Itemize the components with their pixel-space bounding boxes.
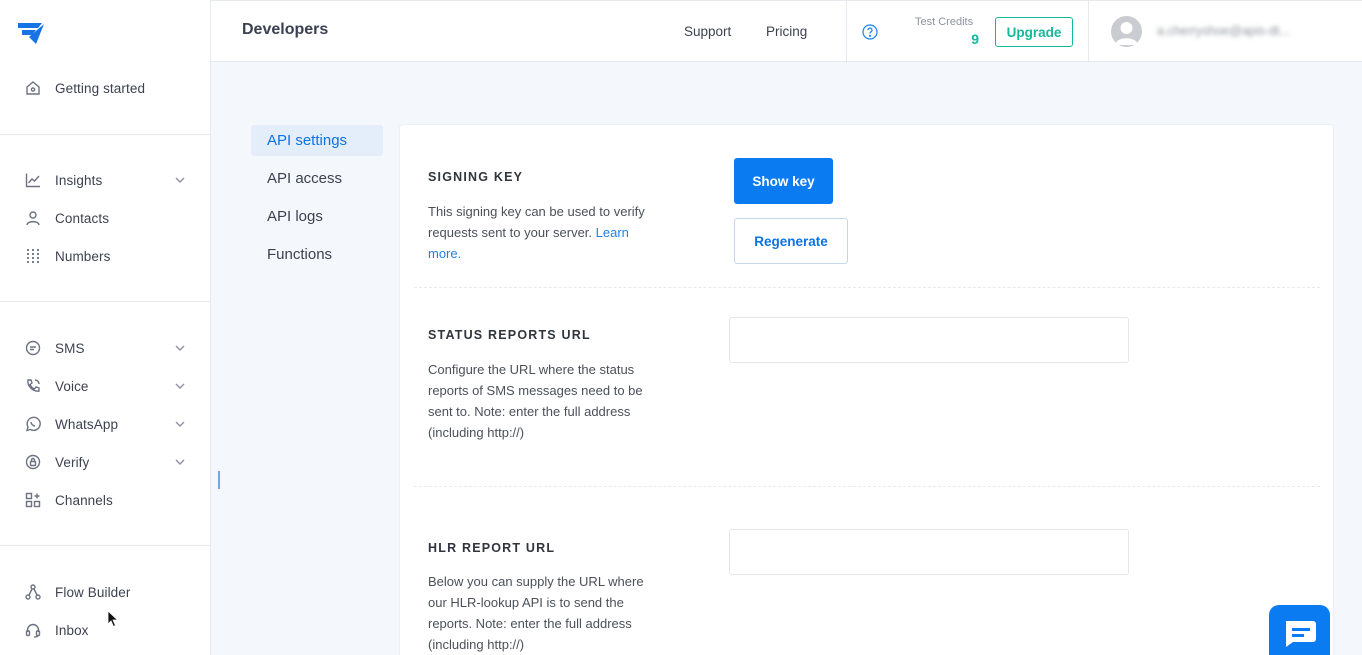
sidebar-item-label: Verify — [55, 454, 90, 470]
flow-icon — [24, 584, 41, 601]
hlr-report-description: Below you can supply the URL where our H… — [428, 574, 644, 652]
status-reports-title: STATUS REPORTS URL — [428, 328, 591, 342]
sidebar: Getting started Insights Contacts Number… — [0, 0, 211, 655]
chevron-down-icon[interactable] — [174, 174, 186, 186]
header-divider — [1088, 1, 1089, 63]
credits-label: Test Credits — [915, 16, 974, 28]
status-reports-url-input[interactable] — [729, 317, 1129, 363]
brand-logo-icon[interactable] — [16, 20, 48, 48]
upgrade-button[interactable]: Upgrade — [995, 17, 1073, 47]
sidebar-divider — [0, 545, 210, 546]
top-header: Developers Support Pricing Test Credits … — [211, 0, 1362, 63]
regenerate-button[interactable]: Regenerate — [734, 218, 848, 264]
sidebar-divider — [0, 134, 210, 135]
chat-bubble-icon — [1286, 621, 1316, 647]
signing-key-title: SIGNING KEY — [428, 170, 524, 184]
chat-widget-button[interactable] — [1269, 605, 1330, 655]
sidebar-item-label: Getting started — [55, 80, 146, 96]
headset-icon — [24, 622, 41, 639]
sidebar-item-label: SMS — [55, 340, 85, 356]
sidebar-item-whatsapp[interactable]: WhatsApp — [0, 407, 210, 441]
chart-line-icon — [24, 172, 41, 189]
sidebar-collapse-handle[interactable] — [218, 471, 220, 489]
grid-plus-icon — [24, 492, 41, 509]
sidebar-item-label: Inbox — [55, 622, 89, 638]
sidebar-item-verify[interactable]: Verify — [0, 445, 210, 479]
home-icon — [24, 80, 41, 97]
dial-pad-icon — [24, 248, 41, 265]
sidebar-item-numbers[interactable]: Numbers — [0, 239, 210, 273]
sidebar-item-label: Channels — [55, 492, 113, 508]
chevron-down-icon[interactable] — [174, 380, 186, 392]
chevron-down-icon[interactable] — [174, 456, 186, 468]
sidebar-item-getting-started[interactable]: Getting started — [0, 71, 210, 105]
status-reports-description: Configure the URL where the status repor… — [428, 362, 643, 440]
support-link[interactable]: Support — [684, 24, 731, 39]
sidebar-item-label: Insights — [55, 172, 103, 188]
hlr-report-url-input[interactable] — [729, 529, 1129, 575]
avatar[interactable] — [1111, 16, 1142, 47]
sidebar-item-flow-builder[interactable]: Flow Builder — [0, 575, 210, 609]
question-circle-icon[interactable] — [862, 24, 878, 40]
credits-value: 9 — [971, 31, 979, 47]
signing-key-description: This signing key can be used to verify r… — [428, 201, 658, 264]
sidebar-item-insights[interactable]: Insights — [0, 163, 210, 197]
sidebar-item-inbox[interactable]: Inbox — [0, 613, 210, 647]
whatsapp-icon — [24, 416, 41, 433]
sidebar-item-channels[interactable]: Channels — [0, 483, 210, 517]
subnav-api-access[interactable]: API access — [251, 163, 383, 194]
sidebar-item-label: WhatsApp — [55, 416, 119, 432]
message-icon — [24, 340, 41, 357]
user-icon — [24, 210, 41, 227]
sidebar-item-label: Flow Builder — [55, 584, 131, 600]
header-divider — [846, 1, 847, 63]
user-email[interactable]: a.cherryshoe@apis-dt... — [1157, 24, 1290, 38]
subnav-api-settings[interactable]: API settings — [251, 125, 383, 156]
chevron-down-icon[interactable] — [174, 418, 186, 430]
lock-shield-icon — [24, 454, 41, 471]
section-divider — [414, 486, 1320, 487]
api-settings-card: SIGNING KEY This signing key can be used… — [399, 124, 1334, 655]
sidebar-item-label: Contacts — [55, 210, 110, 226]
page-title: Developers — [242, 21, 329, 38]
chevron-down-icon[interactable] — [174, 342, 186, 354]
phone-icon — [24, 378, 41, 395]
subnav-functions[interactable]: Functions — [251, 239, 383, 270]
sidebar-item-label: Numbers — [55, 248, 111, 264]
hlr-report-title: HLR REPORT URL — [428, 541, 556, 555]
sidebar-item-label: Voice — [55, 378, 89, 394]
sidebar-divider — [0, 301, 210, 302]
sidebar-item-voice[interactable]: Voice — [0, 369, 210, 403]
sidebar-item-contacts[interactable]: Contacts — [0, 201, 210, 235]
mouse-cursor-icon — [107, 610, 119, 628]
section-divider — [414, 287, 1320, 288]
subnav-api-logs[interactable]: API logs — [251, 201, 383, 232]
pricing-link[interactable]: Pricing — [766, 24, 807, 39]
show-key-button[interactable]: Show key — [734, 158, 833, 204]
sidebar-item-sms[interactable]: SMS — [0, 331, 210, 365]
